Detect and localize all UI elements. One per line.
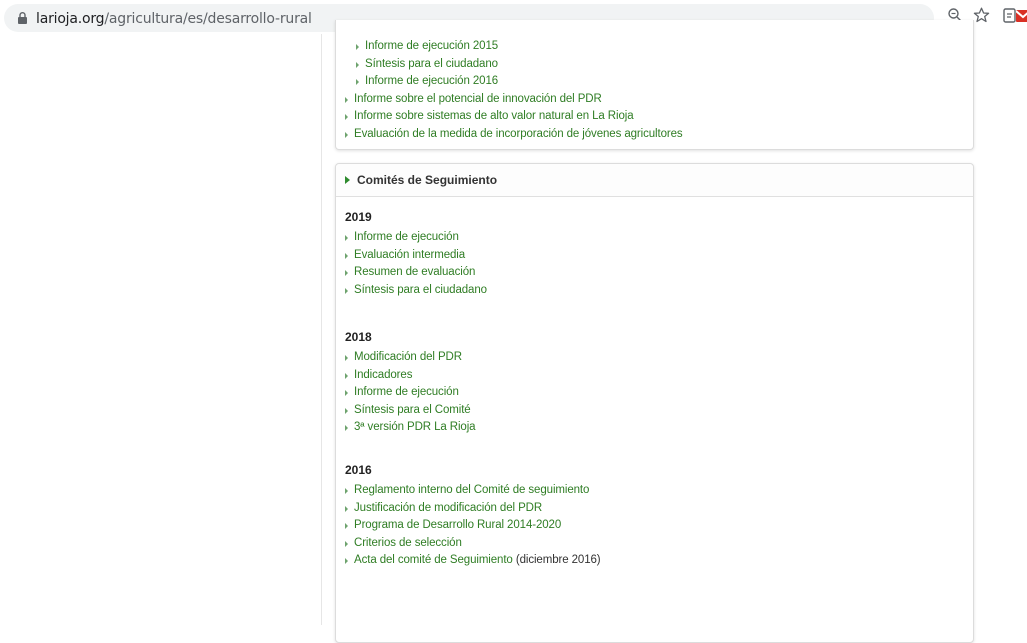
star-icon[interactable]: [973, 7, 990, 23]
year-links: Reglamento interno del Comité de seguimi…: [345, 482, 601, 570]
list-item[interactable]: Evaluación de la medida de incorporación…: [345, 126, 683, 144]
list-item[interactable]: Programa de Desarrollo Rural 2014-2020: [345, 517, 601, 535]
url-text[interactable]: larioja.org/agricultura/es/desarrollo-ru…: [36, 11, 312, 27]
url-path: /agricultura/es/desarrollo-rural: [104, 11, 312, 27]
date-note: (diciembre 2016): [515, 554, 601, 566]
list-item[interactable]: Informe sobre sistemas de alto valor nat…: [345, 108, 683, 126]
evaluation-links: Informe de ejecución 2015 Síntesis para …: [345, 38, 683, 143]
year-section-2019: 2019 Informe de ejecución Evaluación int…: [345, 210, 487, 299]
link[interactable]: Evaluación de la medida de incorporación…: [354, 128, 683, 140]
list-item[interactable]: Justificación de modificación del PDR: [345, 500, 601, 518]
lock-icon[interactable]: [18, 12, 27, 24]
url-host: larioja.org: [36, 11, 105, 27]
list-item[interactable]: Evaluación intermedia: [345, 247, 487, 265]
list-item[interactable]: Modificación del PDR: [345, 349, 475, 367]
list-item[interactable]: Síntesis para el ciudadano: [356, 56, 683, 74]
list-item[interactable]: Criterios de selección: [345, 535, 601, 553]
list-item[interactable]: Informe de ejecución 2015: [356, 38, 683, 56]
link[interactable]: Informe sobre el potencial de innovación…: [354, 93, 602, 105]
list-item[interactable]: Informe de ejecución 2016: [356, 73, 683, 91]
committees-header[interactable]: Comités de Seguimiento: [336, 164, 973, 197]
list-item[interactable]: Informe de ejecución: [345, 384, 475, 402]
year-links: Informe de ejecución Evaluación intermed…: [345, 229, 487, 299]
list-item[interactable]: Síntesis para el Comité: [345, 402, 475, 420]
list-item[interactable]: Síntesis para el ciudadano: [345, 282, 487, 300]
link[interactable]: Síntesis para el Comité: [354, 404, 471, 416]
list-item[interactable]: Resumen de evaluación: [345, 264, 487, 282]
link[interactable]: Reglamento interno del Comité de seguimi…: [354, 484, 589, 496]
year-heading: 2019: [345, 210, 372, 224]
list-item[interactable]: Indicadores: [345, 367, 475, 385]
link[interactable]: Informe de ejecución: [354, 231, 459, 243]
link[interactable]: Informe de ejecución 2016: [365, 75, 498, 87]
extension-icon[interactable]: [1003, 7, 1017, 24]
evaluation-panel: Informe de ejecución 2015 Síntesis para …: [335, 20, 974, 150]
list-item[interactable]: Informe de ejecución: [345, 229, 487, 247]
link[interactable]: Modificación del PDR: [354, 351, 462, 363]
year-section-2016: 2016 Reglamento interno del Comité de se…: [345, 463, 601, 570]
list-item[interactable]: Acta del comité de Seguimiento (diciembr…: [345, 552, 601, 570]
content-divider: [321, 34, 322, 625]
link[interactable]: Resumen de evaluación: [354, 266, 475, 278]
link[interactable]: Síntesis para el ciudadano: [354, 284, 487, 296]
link[interactable]: Informe de ejecución: [354, 386, 459, 398]
list-item[interactable]: 3ª versión PDR La Rioja: [345, 419, 476, 437]
link[interactable]: Programa de Desarrollo Rural 2014-2020: [354, 519, 561, 531]
list-item[interactable]: Informe sobre el potencial de innovación…: [345, 91, 683, 109]
gmail-icon[interactable]: [1016, 9, 1027, 23]
link[interactable]: 3ª versión PDR La Rioja: [354, 421, 476, 433]
panel-title: Comités de Seguimiento: [357, 173, 498, 187]
link[interactable]: Indicadores: [354, 369, 412, 381]
link[interactable]: Informe de ejecución 2015: [365, 40, 498, 52]
year-heading: 2018: [345, 330, 372, 344]
link[interactable]: Evaluación intermedia: [354, 249, 465, 261]
link[interactable]: Acta del comité de Seguimiento: [354, 554, 513, 566]
link[interactable]: Justificación de modificación del PDR: [354, 502, 542, 514]
link[interactable]: Síntesis para el ciudadano: [365, 58, 498, 70]
year-section-2018: 2018 Modificación del PDR Indicadores In…: [345, 330, 476, 437]
link[interactable]: Informe sobre sistemas de alto valor nat…: [354, 110, 634, 122]
year-links: Modificación del PDR Indicadores Informe…: [345, 349, 476, 437]
link[interactable]: Criterios de selección: [354, 537, 462, 549]
committees-panel: Comités de Seguimiento 2019 Informe de e…: [335, 163, 974, 643]
year-heading: 2016: [345, 463, 372, 477]
list-item[interactable]: Reglamento interno del Comité de seguimi…: [345, 482, 601, 500]
expand-arrow-icon[interactable]: [345, 176, 350, 184]
